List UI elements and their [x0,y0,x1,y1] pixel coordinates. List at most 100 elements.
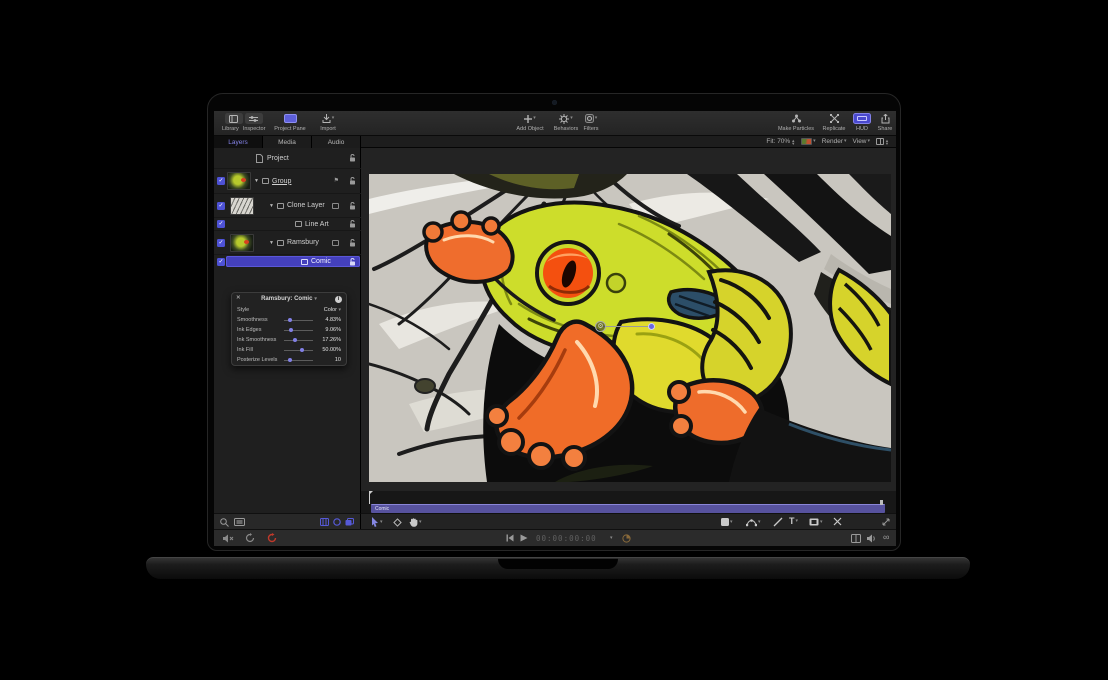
layer-row-project[interactable]: Project [214,148,361,169]
lock-icon[interactable] [349,177,356,185]
loop-playback-icon[interactable] [245,533,255,543]
viewer-canvas[interactable]: ⚙ [361,148,896,491]
ramsbury-thumbnail[interactable] [230,234,254,252]
style-value-popup[interactable]: Color ▾ [316,307,341,313]
timeline-clip-bar[interactable]: Comic [371,504,885,513]
hud-close-icon[interactable]: ✕ [236,296,241,302]
hud-button[interactable]: HUD [850,113,874,132]
smoothness-value[interactable]: 4.83% [316,317,341,323]
posterize-levels-value[interactable]: 10 [316,357,341,363]
clone-layer-checkbox[interactable]: ✓ [217,202,225,210]
replicate-button[interactable]: Replicate [818,113,850,132]
group-checkbox[interactable]: ✓ [217,177,225,185]
layer-row-line-art[interactable]: ✓ Line Art [214,218,361,231]
tab-layers[interactable]: Layers [214,136,263,148]
hud-title-bar[interactable]: ✕ Ramsbury: Comic ▾ i [232,293,346,305]
view-popup[interactable]: View ▾ [853,138,871,145]
adjust-item-tool[interactable] [393,518,402,527]
select-transform-tool[interactable]: ▾ [371,517,383,527]
ink-fill-slider-thumb[interactable] [300,348,304,352]
mask-x-tool[interactable] [833,517,842,526]
ink-smoothness-slider[interactable] [284,340,313,341]
ink-edges-value[interactable]: 9.06% [316,327,341,333]
out-point-marker[interactable] [880,500,883,505]
mute-icon[interactable] [223,534,234,543]
ink-smoothness-value[interactable]: 17.26% [316,337,341,343]
library-button[interactable] [225,113,243,124]
clone-layer-thumbnail[interactable] [230,197,254,215]
ink-fill-value[interactable]: 50.00% [316,347,341,353]
osc-gear-handle[interactable]: ⚙ [595,321,606,332]
timeline-expand-control[interactable] [881,517,891,527]
make-particles-button[interactable]: Make Particles [774,113,818,132]
zoom-level-control[interactable]: Fit: 70% ▲▼ [766,138,795,145]
timecode-chevron-icon[interactable]: ▾ [610,536,613,541]
playhead[interactable] [369,491,370,504]
zoom-stepper-icon[interactable]: ▲▼ [791,139,795,145]
add-object-button[interactable]: ▾ Add Object [512,113,548,132]
loop-infinity-icon[interactable]: ∞ [883,532,889,542]
mini-timeline[interactable]: Comic [361,491,896,513]
viewer-layout-control[interactable]: ▲▼ [876,138,889,145]
comic-checkbox[interactable]: ✓ [217,258,225,266]
lock-icon[interactable] [349,154,356,162]
film-frame-icon[interactable] [851,534,861,543]
ramsbury-disclosure-icon[interactable]: ▼ [269,240,274,246]
render-popup[interactable]: Render ▾ [822,138,847,145]
lock-icon[interactable] [349,239,356,247]
smoothness-slider-thumb[interactable] [288,318,292,322]
import-button[interactable]: ▾ Import [314,113,342,132]
group-thumbnail[interactable] [227,172,251,190]
lock-icon[interactable] [349,202,356,210]
replicate-icon [830,114,839,123]
video-timeline-toggle-icon[interactable] [320,518,329,526]
hud-info-icon[interactable]: i [335,296,342,303]
posterize-levels-slider[interactable] [284,360,313,361]
frog-comic-image[interactable]: ⚙ [369,174,891,482]
project-pane-button[interactable]: Project Pane [272,113,308,132]
ink-smoothness-slider-thumb[interactable] [293,338,297,342]
play-button-icon[interactable] [520,534,528,542]
clone-layer-disclosure-icon[interactable]: ▼ [269,203,274,209]
ramsbury-badge-icon[interactable] [332,240,339,246]
preview-frame-icon[interactable] [234,518,245,526]
ink-fill-slider[interactable] [284,350,313,351]
line-art-checkbox[interactable]: ✓ [217,220,225,228]
posterize-levels-slider-thumb[interactable] [288,358,292,362]
lock-icon[interactable] [349,220,356,228]
bezier-tool[interactable]: ▾ [746,517,761,527]
timecode-display[interactable]: 00:00:00:00 [536,534,597,543]
filters-button[interactable]: ▾ Filters [578,113,604,132]
go-to-start-icon[interactable] [506,534,514,542]
text-tool[interactable]: T ▾ [789,516,798,526]
duration-toggle-icon[interactable] [622,534,631,543]
layer-row-clone-layer[interactable]: ✓ ▼ Clone Layer [214,194,361,218]
tab-media[interactable]: Media [263,136,312,148]
channels-popup[interactable]: ▾ [801,138,816,145]
lock-icon[interactable] [349,258,356,266]
audio-timeline-toggle-icon[interactable] [333,518,341,526]
keyframes-toggle-icon[interactable] [345,518,354,526]
image-mask-tool[interactable]: ▾ [809,518,823,526]
group-disclosure-icon[interactable]: ▼ [254,178,259,184]
play-range-loop-icon[interactable] [267,533,277,543]
flag-icon[interactable]: ⚑ [334,178,339,184]
line-tool[interactable] [773,517,783,527]
clone-badge-icon[interactable] [332,203,339,209]
osc-center-handle[interactable] [648,323,655,330]
inspector-button[interactable] [245,113,263,124]
ink-edges-slider[interactable] [284,330,313,331]
layer-row-ramsbury[interactable]: ✓ ▼ Ramsbury [214,231,361,255]
tab-audio[interactable]: Audio [312,136,361,148]
pan-tool[interactable]: ▾ [409,517,422,527]
ink-edges-slider-thumb[interactable] [289,328,293,332]
layer-row-group[interactable]: ✓ ▼ Group ⚑ [214,169,361,194]
search-filter-icon[interactable] [220,518,229,527]
onscreen-filter-control[interactable]: ⚙ [595,318,665,336]
share-button[interactable]: Share [876,113,894,132]
audio-volume-icon[interactable] [867,534,877,543]
smoothness-slider[interactable] [284,320,313,321]
ramsbury-checkbox[interactable]: ✓ [217,239,225,247]
shape-tool[interactable]: ▾ [721,518,733,526]
layer-row-comic-selected[interactable]: ✓ Comic [214,255,361,268]
